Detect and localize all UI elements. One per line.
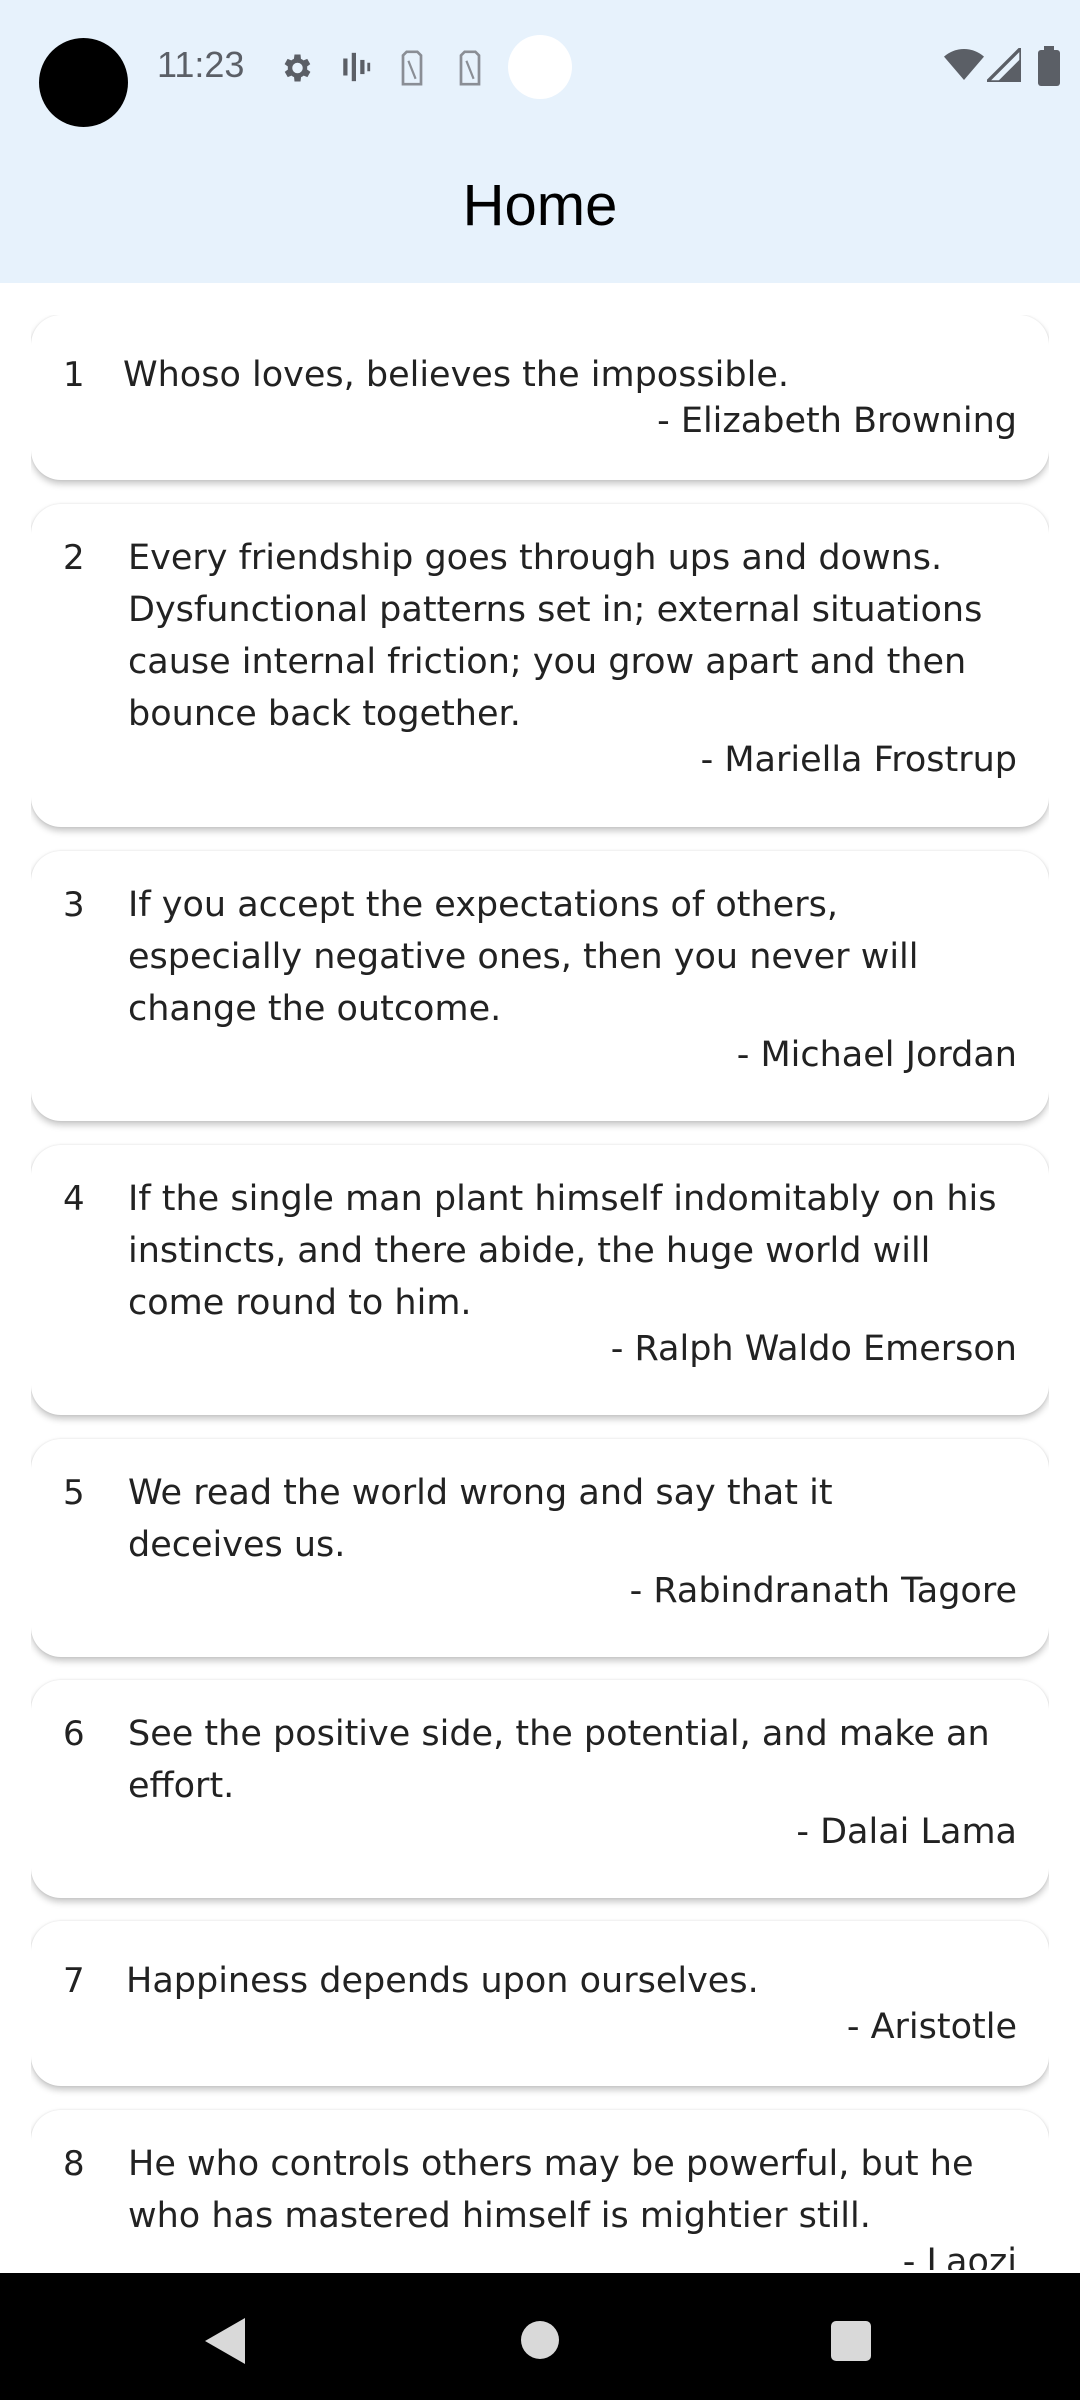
quote-number: 8 [63,2144,85,2184]
quote-card[interactable]: 1 Whoso loves, believes the impossible. … [31,315,1049,480]
sim-icon [459,50,481,86]
quote-number: 5 [63,1473,85,1513]
screen: 11:23 Home 1 Whoso loves, believes the i… [0,0,1080,2400]
wifi-icon [944,49,984,80]
quote-text: See the positive side, the potential, an… [128,1714,990,1806]
system-nav-bar [0,2273,1080,2400]
home-icon[interactable] [521,2321,559,2359]
signal-bars-icon [343,52,371,82]
quote-number: 2 [63,538,85,578]
quote-number: 7 [63,1961,85,2001]
quote-card[interactable]: 6 See the positive side, the potential, … [31,1680,1049,1898]
quote-author: - Michael Jordan [736,1035,1017,1075]
quote-author: - Laozi [902,2242,1017,2270]
floating-bubble[interactable] [508,35,572,99]
quote-text: Happiness depends upon ourselves. [126,1961,759,2001]
app-header: 11:23 Home [0,0,1080,283]
quote-author: - Elizabeth Browning [657,401,1017,441]
back-icon[interactable] [205,2318,245,2364]
quote-number: 1 [63,355,85,395]
quote-author: - Ralph Waldo Emerson [610,1329,1017,1369]
quote-author: - Mariella Frostrup [700,740,1017,780]
page-title: Home [462,173,618,238]
recents-icon[interactable] [831,2321,871,2361]
status-time: 11:23 [157,44,245,85]
quote-list[interactable]: 1 Whoso loves, believes the impossible. … [31,315,1049,2270]
cellular-icon [987,48,1021,82]
quote-text: We read the world wrong and say that it … [128,1473,833,1565]
quote-text: Every friendship goes through ups and do… [128,538,983,734]
camera-cutout [39,38,128,127]
quote-text: Whoso loves, believes the impossible. [123,355,789,395]
quote-card[interactable]: 4 If the single man plant himself indomi… [31,1145,1049,1415]
quote-author: - Rabindranath Tagore [629,1571,1017,1611]
quote-author: - Dalai Lama [796,1812,1017,1852]
sim-icon [401,50,423,86]
quote-card[interactable]: 3 If you accept the expectations of othe… [31,851,1049,1121]
quote-card[interactable]: 8 He who controls others may be powerful… [31,2110,1049,2270]
quote-text: If the single man plant himself indomita… [128,1179,997,1323]
settings-icon [284,54,311,82]
quote-card[interactable]: 5 We read the world wrong and say that i… [31,1439,1049,1657]
quote-author: - Aristotle [846,2007,1017,2047]
quote-card[interactable]: 2 Every friendship goes through ups and … [31,504,1049,827]
quote-number: 6 [63,1714,85,1754]
quote-text: He who controls others may be powerful, … [128,2144,974,2236]
battery-icon [1038,46,1060,86]
quote-number: 3 [63,885,85,925]
quote-card[interactable]: 7 Happiness depends upon ourselves. - Ar… [31,1921,1049,2086]
quote-number: 4 [63,1179,85,1219]
quote-text: If you accept the expectations of others… [128,885,919,1029]
